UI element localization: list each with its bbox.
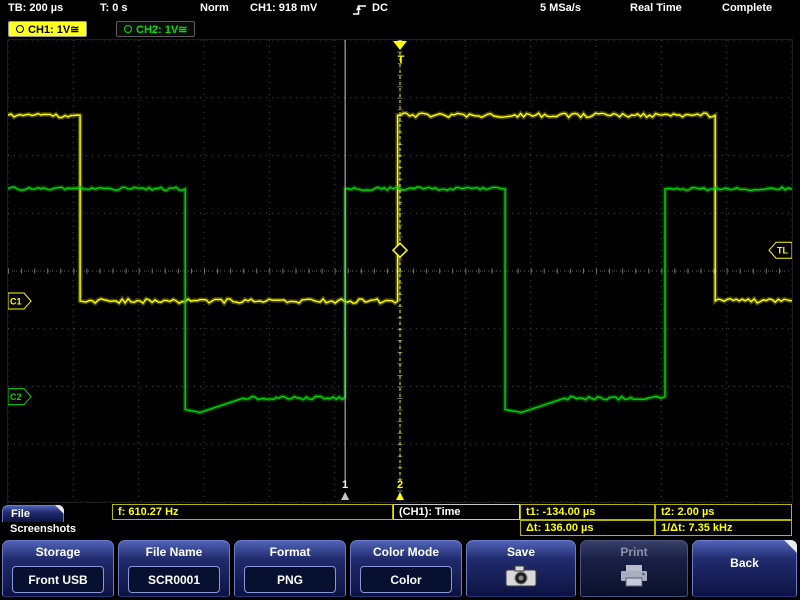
trigger-coupling-readout: DC bbox=[372, 2, 388, 14]
cursor-t1-readout: t1: -134.00 µs bbox=[520, 504, 655, 520]
cursor-bottom-marker-2 bbox=[396, 492, 404, 500]
trigger-source-readout: CH1: 918 mV bbox=[250, 2, 317, 14]
status-bar: TB: 200 µs T: 0 s Norm CH1: 918 mV DC 5 … bbox=[0, 0, 800, 19]
softkey-file-name[interactable]: File Name SCR0001 bbox=[118, 540, 230, 597]
printer-icon bbox=[618, 563, 650, 589]
cursor-source-readout: (CH1): Time bbox=[393, 504, 520, 520]
softkey-storage-label: Storage bbox=[3, 545, 113, 559]
softkey-save-label: Save bbox=[467, 545, 575, 559]
timebase-readout: TB: 200 µs bbox=[8, 2, 63, 14]
back-fold-icon bbox=[784, 540, 797, 553]
sample-rate-readout: 5 MSa/s bbox=[540, 2, 581, 14]
channel-marker-c1[interactable]: C1 bbox=[8, 293, 31, 309]
cursor-bottom-marker-1 bbox=[341, 492, 349, 500]
acquisition-status-readout: Complete bbox=[722, 2, 772, 14]
trigger-slope-icon bbox=[352, 3, 367, 16]
trigger-mode-readout: Norm bbox=[200, 2, 229, 14]
channel1-coupling-icon bbox=[16, 25, 24, 33]
cursor-label-1: 1 bbox=[342, 479, 348, 491]
channel2-coupling-icon bbox=[124, 25, 132, 33]
acquisition-mode-readout: Real Time bbox=[630, 2, 682, 14]
channel2-badge[interactable]: CH2: 1V≅ bbox=[116, 21, 195, 37]
waveform-display: 1 2 T C1 C2 TL bbox=[8, 40, 792, 502]
channel1-badge[interactable]: CH1: 1V≅ bbox=[8, 21, 87, 37]
softkey-print: Print bbox=[580, 540, 688, 597]
svg-text:TL: TL bbox=[777, 246, 788, 256]
softkey-format-value: PNG bbox=[244, 566, 336, 593]
softkey-color-mode-label: Color Mode bbox=[351, 545, 461, 559]
softkey-color-mode[interactable]: Color Mode Color bbox=[350, 540, 462, 597]
svg-text:C1: C1 bbox=[10, 297, 22, 307]
waveform-canvas: 1 2 T C1 C2 TL bbox=[8, 40, 792, 502]
channel-marker-c2[interactable]: C2 bbox=[8, 389, 31, 405]
frequency-readout: f: 610.27 Hz bbox=[112, 504, 393, 520]
softkey-file-name-label: File Name bbox=[119, 545, 229, 559]
softkey-storage[interactable]: Storage Front USB bbox=[2, 540, 114, 597]
trigger-position-icon[interactable] bbox=[393, 41, 407, 50]
trigger-position-label: T bbox=[398, 54, 405, 66]
softkey-file-name-value: SCR0001 bbox=[128, 566, 220, 593]
cursor-label-2: 2 bbox=[397, 479, 403, 491]
svg-text:C2: C2 bbox=[10, 392, 22, 402]
trigger-point-icon bbox=[393, 243, 407, 257]
menu-tab-file[interactable]: File bbox=[2, 505, 64, 522]
softkey-back-label: Back bbox=[693, 556, 796, 570]
channel1-badge-label: CH1: 1V≅ bbox=[28, 23, 79, 36]
softkey-print-label: Print bbox=[581, 545, 687, 559]
file-tab-fold-icon bbox=[55, 505, 64, 514]
cursor-t2-readout: t2: 2.00 µs bbox=[655, 504, 792, 520]
softkey-back[interactable]: Back bbox=[692, 540, 797, 597]
oscilloscope-screen: TB: 200 µs T: 0 s Norm CH1: 918 mV DC 5 … bbox=[0, 0, 800, 600]
trigger-time-readout: T: 0 s bbox=[100, 2, 128, 14]
softkey-format-label: Format bbox=[235, 545, 345, 559]
softkey-save[interactable]: Save bbox=[466, 540, 576, 597]
channel2-badge-label: CH2: 1V≅ bbox=[136, 23, 187, 36]
softkey-color-mode-value: Color bbox=[360, 566, 452, 593]
softkey-format[interactable]: Format PNG bbox=[234, 540, 346, 597]
menu-page-label: Screenshots bbox=[10, 523, 76, 535]
softkey-storage-value: Front USB bbox=[12, 566, 104, 593]
trigger-level-marker[interactable]: TL bbox=[769, 242, 792, 258]
inv-delta-t-readout: 1/Δt: 7.35 kHz bbox=[655, 520, 792, 536]
camera-icon bbox=[503, 563, 539, 589]
delta-t-readout: Δt: 136.00 µs bbox=[520, 520, 655, 536]
menu-tab-label: File bbox=[11, 508, 30, 520]
